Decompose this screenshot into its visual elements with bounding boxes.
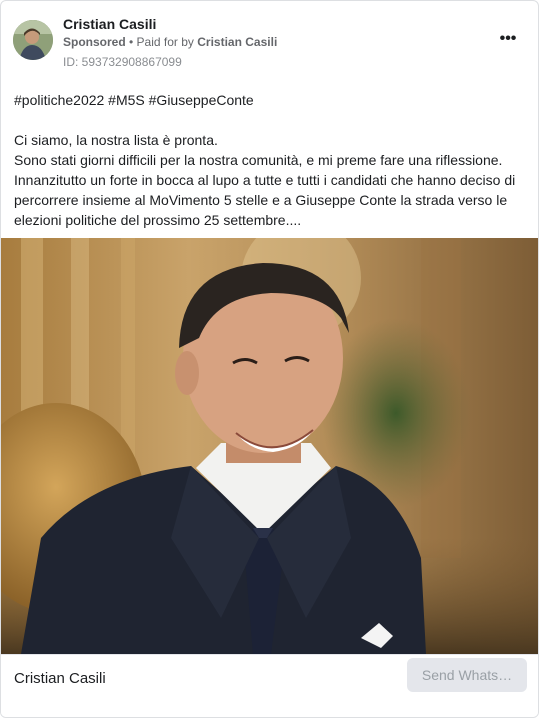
post-text: #politiche2022 #M5S #GiuseppeConte Ci si… bbox=[14, 90, 529, 230]
page-avatar[interactable] bbox=[13, 20, 53, 60]
ad-id: ID: 593732908867099 bbox=[63, 55, 182, 69]
post-header: Cristian Casili Sponsored • Paid for by … bbox=[1, 1, 538, 81]
hashtags[interactable]: #politiche2022 #M5S #GiuseppeConte bbox=[14, 90, 529, 110]
footer-page-name[interactable]: Cristian Casili bbox=[14, 670, 106, 687]
post-line: percorrere insieme al MoVimento 5 stelle… bbox=[14, 192, 508, 208]
paid-for-prefix: Paid for by bbox=[136, 35, 198, 49]
meta-separator: • bbox=[125, 35, 137, 49]
portrait-photo bbox=[1, 238, 538, 654]
sponsored-line: Sponsored • Paid for by Cristian Casili bbox=[63, 35, 277, 49]
more-options-icon: ••• bbox=[499, 30, 517, 47]
ad-card: Cristian Casili Sponsored • Paid for by … bbox=[0, 0, 539, 718]
post-line: Ci siamo, la nostra lista è pronta. bbox=[14, 132, 218, 148]
ad-image[interactable] bbox=[1, 238, 538, 654]
paid-for-name[interactable]: Cristian Casili bbox=[197, 35, 277, 49]
page-name[interactable]: Cristian Casili bbox=[63, 16, 156, 32]
post-line: Innanzitutto un forte in bocca al lupo a… bbox=[14, 172, 516, 188]
post-line: Sono stati giorni difficili per la nostr… bbox=[14, 152, 503, 168]
ad-footer: Cristian Casili Send Whats… bbox=[1, 654, 538, 717]
more-options-button[interactable]: ••• bbox=[496, 29, 520, 49]
send-whatsapp-button[interactable]: Send Whats… bbox=[407, 658, 527, 692]
post-line: elezioni politiche del prossimo 25 sette… bbox=[14, 212, 302, 228]
sponsored-label: Sponsored bbox=[63, 35, 126, 49]
